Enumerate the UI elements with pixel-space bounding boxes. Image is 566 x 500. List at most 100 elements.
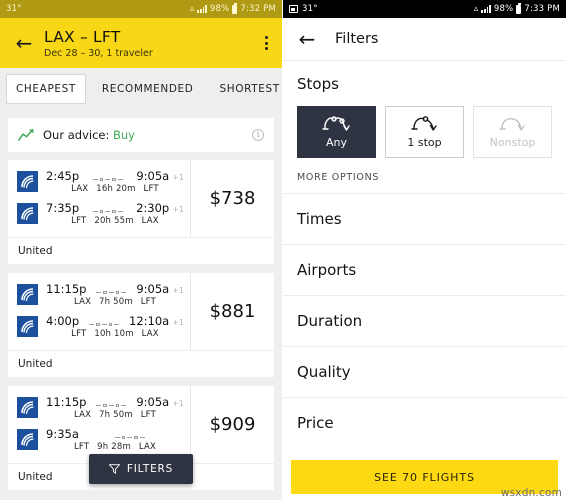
flight-leg-route: LAX 16h 20m LFT <box>46 184 184 194</box>
advice-value: Buy <box>113 128 135 142</box>
depart-time: 9:35a <box>46 427 79 441</box>
flight-leg-times: 7:35p 2:30p +1 <box>46 201 184 215</box>
stops-options-group: Any 1 stop Nonstop <box>297 106 552 158</box>
next-day-badge: +1 <box>172 318 184 327</box>
depart-time: 2:45p <box>46 169 80 183</box>
filter-section-quality[interactable]: Quality <box>283 347 566 397</box>
stops-option-nonstop[interactable]: Nonstop <box>473 106 552 158</box>
flight-leg-details: 11:15p 9:05a +1 LAX 7h 50m LFT <box>46 282 184 307</box>
stops-indicator-icon <box>85 177 130 182</box>
depart-time: 4:00p <box>46 314 80 328</box>
flight-leg: 7:35p 2:30p +1 LFT 20h 55m LAX <box>17 201 184 226</box>
leg-duration: 20h 55m <box>94 216 134 226</box>
tab-recommended[interactable]: RECOMMENDED <box>92 74 204 104</box>
destination-code: LAX <box>141 216 159 226</box>
stops-option-1-stop[interactable]: 1 stop <box>385 106 464 158</box>
flight-price: $738 <box>190 160 274 237</box>
flight-price: $881 <box>190 273 274 350</box>
more-options-link[interactable]: MORE OPTIONS <box>297 172 552 183</box>
next-day-badge: +1 <box>172 399 184 408</box>
stops-indicator-icon <box>92 290 130 295</box>
united-airlines-logo-icon <box>17 284 38 305</box>
flight-leg-route: LAX 7h 50m LFT <box>46 410 184 420</box>
tab-cheapest[interactable]: CHEAPEST <box>6 74 86 104</box>
flight-card[interactable]: 11:15p 9:05a +1 LAX 7h 50m LFT <box>8 273 274 377</box>
flight-leg: 11:15p 9:05a +1 LAX 7h 50m LFT <box>17 282 184 307</box>
advice-text: Our advice: Buy <box>43 128 135 142</box>
back-arrow-icon[interactable]: ← <box>10 33 38 53</box>
stops-option-label: Any <box>325 135 347 149</box>
screenshot-icon <box>289 5 298 13</box>
clock-label: 7:33 PM <box>524 4 560 14</box>
cellular-signal-icon <box>481 5 491 13</box>
tab-shortest[interactable]: SHORTEST <box>209 74 282 104</box>
info-icon[interactable]: i <box>252 129 264 141</box>
destination-code: LAX <box>138 442 157 452</box>
filter-section-price[interactable]: Price <box>283 398 566 448</box>
stops-indicator-icon <box>85 435 175 440</box>
origin-code: LFT <box>73 442 90 452</box>
dual-screenshot-container: 31° ▵ 98% 7:32 PM ← LAX – LFT Dec 28 – 3… <box>0 0 566 500</box>
filters-app-bar: ← Filters <box>283 18 566 60</box>
temperature-indicator: 31° <box>302 4 318 14</box>
united-airlines-logo-icon <box>17 316 38 337</box>
flight-legs: 11:15p 9:05a +1 LAX 7h 50m LFT <box>8 386 190 463</box>
flight-leg-details: 11:15p 9:05a +1 LAX 7h 50m LFT <box>46 395 184 420</box>
advice-prefix: Our advice: <box>43 128 113 142</box>
flight-leg-route: LFT 20h 55m LAX <box>46 216 184 226</box>
one-stop-icon <box>410 115 437 131</box>
origin-code: LFT <box>71 216 87 226</box>
temperature-indicator: 31° <box>6 4 22 14</box>
overflow-menu-icon[interactable] <box>265 36 272 50</box>
flight-card[interactable]: 2:45p 9:05a +1 LAX 16h 20m LFT 7:35p 2:3… <box>8 160 274 264</box>
arrive-time: 12:10a <box>129 314 170 328</box>
battery-icon <box>232 3 238 14</box>
leg-duration: 7h 50m <box>99 297 133 307</box>
status-bar-right-cluster: ▵ 98% 7:32 PM <box>189 3 276 14</box>
arrive-time: 2:30p <box>136 201 170 215</box>
airline-name: United <box>8 350 274 377</box>
flight-leg-details: 7:35p 2:30p +1 LFT 20h 55m LAX <box>46 201 184 226</box>
filters-title: Filters <box>335 31 379 47</box>
flight-card-body: 11:15p 9:05a +1 LAX 7h 50m LFT <box>8 386 274 463</box>
leg-duration: 10h 10m <box>94 329 134 339</box>
depart-time: 7:35p <box>46 201 80 215</box>
stops-option-any[interactable]: Any <box>297 106 376 158</box>
united-airlines-logo-icon <box>17 429 38 450</box>
flight-leg: 11:15p 9:05a +1 LAX 7h 50m LFT <box>17 395 184 420</box>
back-arrow-icon[interactable]: ← <box>293 29 321 49</box>
trend-up-icon <box>18 129 34 141</box>
advice-banner[interactable]: Our advice: Buy i <box>8 118 274 152</box>
flight-leg-times: 4:00p 12:10a +1 <box>46 314 184 328</box>
stops-option-label: 1 stop <box>407 135 442 149</box>
flight-price: $909 <box>190 386 274 463</box>
airline-name: United <box>8 237 274 264</box>
app-bar: ← LAX – LFT Dec 28 – 30, 1 traveler <box>0 18 282 68</box>
flight-leg: 9:35a LFT 9h 28m LAX <box>17 427 184 452</box>
flight-leg-times: 11:15p 9:05a +1 <box>46 282 184 296</box>
depart-time: 11:15p <box>46 395 87 409</box>
arrive-time: 9:05a <box>136 282 170 296</box>
next-day-badge: +1 <box>172 205 184 214</box>
filters-button[interactable]: FILTERS <box>89 454 193 484</box>
origin-code: LAX <box>73 297 92 307</box>
wifi-icon: ▵ <box>189 4 195 14</box>
flight-legs: 2:45p 9:05a +1 LAX 16h 20m LFT 7:35p 2:3… <box>8 160 190 237</box>
arrive-time: 9:05a <box>136 169 170 183</box>
sort-tab-bar: CHEAPEST RECOMMENDED SHORTEST <box>0 68 282 110</box>
page-subtitle: Dec 28 – 30, 1 traveler <box>44 47 153 59</box>
filter-section-airports[interactable]: Airports <box>283 245 566 295</box>
flight-card-body: 2:45p 9:05a +1 LAX 16h 20m LFT 7:35p 2:3… <box>8 160 274 237</box>
flight-leg-details: 2:45p 9:05a +1 LAX 16h 20m LFT <box>46 169 184 194</box>
flight-leg-details: 9:35a LFT 9h 28m LAX <box>46 427 184 452</box>
destination-code: LFT <box>143 184 159 194</box>
united-airlines-logo-icon <box>17 397 38 418</box>
stops-indicator-icon <box>85 209 130 214</box>
united-airlines-logo-icon <box>17 171 38 192</box>
filter-section-times[interactable]: Times <box>283 194 566 244</box>
filter-section-duration[interactable]: Duration <box>283 296 566 346</box>
battery-percent-label: 98% <box>209 4 230 14</box>
depart-time: 11:15p <box>46 282 87 296</box>
status-bar-right: 31° ▵ 98% 7:33 PM <box>283 0 566 18</box>
flight-leg-times: 2:45p 9:05a +1 <box>46 169 184 183</box>
